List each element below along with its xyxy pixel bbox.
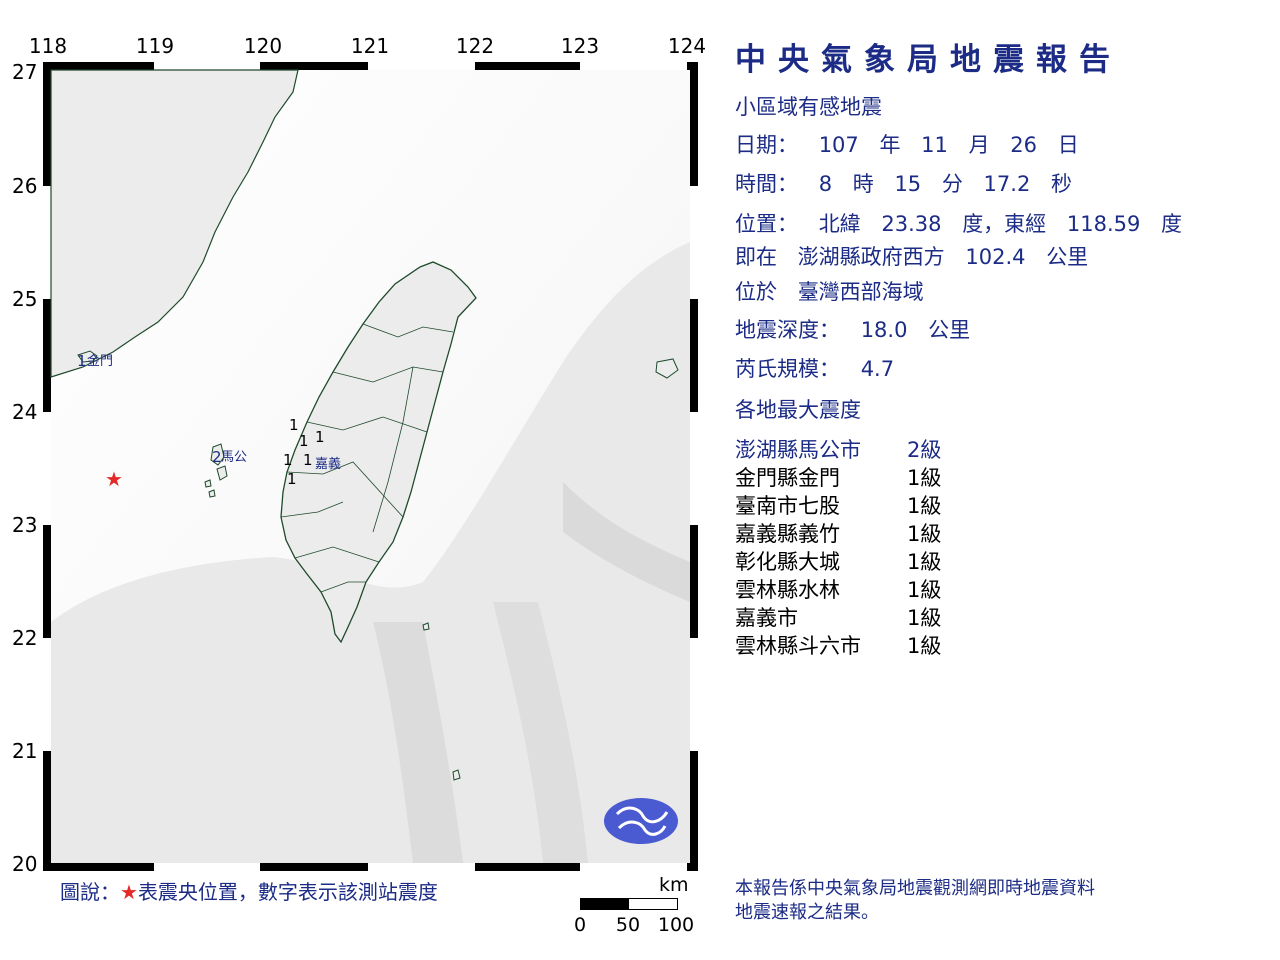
intensity-heading: 各地最大震度 [735, 398, 861, 422]
time-hour: 8 [818, 172, 833, 196]
epicenter-star[interactable]: ★ [105, 467, 123, 491]
position-label: 位置： [735, 212, 798, 236]
intensity-location: 澎湖縣馬公市 [735, 438, 861, 462]
seismic-map[interactable]: 1 2 1 1 1 1 1 1 金門 馬公 嘉義 ★ [43, 62, 698, 871]
region-name: 臺灣西部海域 [797, 280, 924, 304]
lon-label-122: 122 [455, 34, 495, 58]
date-label: 日期： [735, 133, 798, 157]
intensity-location: 臺南市七股 [735, 494, 840, 518]
intensity-level: 1級 [907, 494, 942, 518]
relative-distance: 102.4 [965, 245, 1026, 269]
scale-bar-fill [581, 899, 629, 909]
legend-prefix: 圖說： [60, 880, 120, 904]
intensity-location: 彰化縣大城 [735, 550, 840, 574]
magnitude-line: 芮氏規模： 4.7 [735, 353, 894, 383]
date-day: 26 [1010, 133, 1037, 157]
time-line: 時間： 8 時 15 分 17.2 秒 [735, 168, 1072, 198]
lat-label-26: 26 [12, 174, 38, 198]
lon-label-123: 123 [560, 34, 600, 58]
station-intensity: 1 [303, 451, 313, 469]
time-minute: 15 [894, 172, 922, 196]
depth-value: 18.0 [860, 318, 908, 342]
scale-label-0: 0 [573, 914, 587, 936]
scale-unit: km [659, 874, 689, 896]
time-hour-unit: 時 [852, 172, 874, 196]
relative-location-line: 即在 澎湖縣政府西方 102.4 公里 [735, 241, 1088, 271]
legend-star-icon: ★ [120, 880, 138, 904]
scale-label-50: 50 [615, 914, 641, 936]
legend-text: 表震央位置，數字表示該測站震度 [137, 880, 438, 904]
map-legend: 圖說：★表震央位置，數字表示該測站震度 [60, 876, 438, 905]
place-label-magong: 馬公 [221, 450, 247, 465]
intensity-level: 2級 [907, 438, 942, 462]
intensity-level: 1級 [907, 522, 942, 546]
station-intensity: 1 [315, 428, 325, 446]
place-label-chiayi: 嘉義 [315, 456, 341, 472]
intensity-location: 嘉義縣義竹 [735, 522, 840, 546]
depth-line: 地震深度： 18.0 公里 [735, 314, 970, 344]
intensity-location: 嘉義市 [735, 606, 798, 630]
report-title: 中央氣象局地震報告 [735, 42, 1122, 78]
region-line: 位於 臺灣西部海域 [735, 276, 924, 306]
cwb-logo [604, 798, 678, 844]
date-month: 11 [921, 133, 948, 157]
lat-label-25: 25 [12, 287, 38, 311]
station-intensity: 1 [287, 470, 297, 488]
date-year-unit: 年 [879, 133, 901, 157]
time-label: 時間： [735, 172, 798, 196]
lon-label-118: 118 [28, 34, 68, 58]
relative-reference: 澎湖縣政府西方 [797, 245, 945, 269]
lat-label: 北緯 [818, 212, 861, 236]
lon-value: 118.59 [1066, 212, 1141, 236]
time-second-unit: 秒 [1051, 172, 1072, 196]
lon-label-121: 121 [350, 34, 390, 58]
relative-label: 即在 [735, 245, 777, 269]
region-label: 位於 [735, 280, 777, 304]
intensity-level: 1級 [907, 550, 942, 574]
station-intensity: 1 [289, 416, 299, 434]
depth-unit: 公里 [928, 318, 971, 342]
lon-unit: 度 [1161, 212, 1183, 236]
magnitude-value: 4.7 [860, 357, 895, 381]
scale-label-100: 100 [657, 914, 695, 936]
depth-label: 地震深度： [735, 318, 840, 342]
intensity-level: 1級 [907, 466, 942, 490]
date-year: 107 [818, 133, 859, 157]
lat-value: 23.38 [881, 212, 942, 236]
lat-unit: 度，東經 [962, 212, 1047, 236]
relative-unit: 公里 [1046, 245, 1089, 269]
scale-bar [580, 898, 678, 910]
intensity-level: 1級 [907, 606, 942, 630]
footer-note-line2: 地震速報之結果。 [735, 902, 879, 923]
place-label-kinmen: 金門 [87, 353, 113, 369]
lat-label-21: 21 [12, 739, 38, 763]
lat-label-27: 27 [12, 60, 38, 84]
time-minute-unit: 分 [941, 172, 963, 196]
earthquake-type: 小區域有感地震 [735, 95, 882, 119]
intensity-location: 雲林縣水林 [735, 578, 840, 602]
station-intensity: 1 [283, 451, 293, 469]
lon-label-120: 120 [243, 34, 283, 58]
station-kinmen: 1 [77, 352, 87, 370]
lon-label-124: 124 [667, 34, 707, 58]
intensity-level: 1級 [907, 634, 942, 658]
intensity-location: 金門縣金門 [735, 466, 840, 490]
magnitude-label: 芮氏規模： [735, 357, 840, 381]
station-intensity: 1 [299, 432, 309, 450]
position-line: 位置： 北緯 23.38 度，東經 118.59 度 [735, 208, 1182, 238]
lon-label-119: 119 [135, 34, 175, 58]
map-svg: 1 2 1 1 1 1 1 1 金門 馬公 嘉義 ★ [43, 62, 698, 871]
lat-label-23: 23 [12, 513, 38, 537]
date-line: 日期： 107 年 11 月 26 日 [735, 129, 1079, 159]
intensity-level: 1級 [907, 578, 942, 602]
lat-label-22: 22 [12, 626, 38, 650]
intensity-location: 雲林縣斗六市 [735, 634, 861, 658]
time-second: 17.2 [983, 172, 1031, 196]
date-month-unit: 月 [968, 133, 990, 157]
lat-label-24: 24 [12, 400, 38, 424]
lat-label-20: 20 [12, 852, 38, 876]
date-day-unit: 日 [1057, 133, 1079, 157]
footer-note-line1: 本報告係中央氣象局地震觀測網即時地震資料 [735, 878, 1095, 899]
